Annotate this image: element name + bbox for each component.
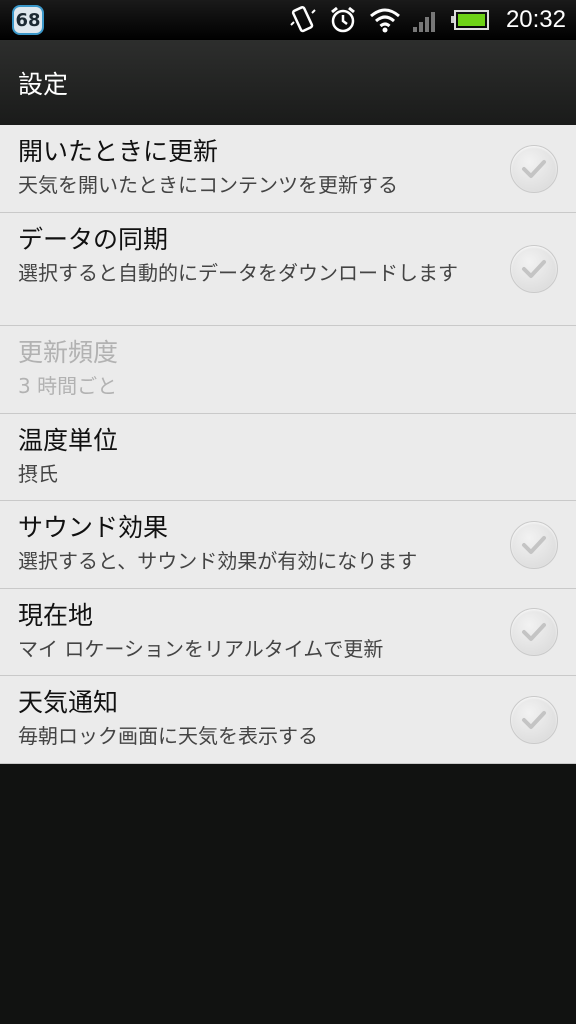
checkbox[interactable]: [510, 245, 558, 293]
setting-title: サウンド効果: [18, 513, 169, 542]
setting-title: 天気通知: [18, 688, 119, 717]
setting-title: 温度単位: [18, 426, 119, 455]
vibrate-icon: [288, 5, 318, 35]
signal-icon: [412, 5, 440, 35]
setting-refresh-on-open[interactable]: 開いたときに更新 天気を開いたときにコンテンツを更新する: [0, 125, 576, 213]
checkmark-icon: [522, 159, 546, 178]
setting-summary: 選択すると、サウンド効果が有効になります: [18, 549, 418, 573]
setting-summary: 3 時間ごと: [18, 374, 118, 398]
setting-title: 開いたときに更新: [18, 137, 219, 166]
notification-count-badge[interactable]: 68: [12, 5, 44, 35]
setting-summary: 天気を開いたときにコンテンツを更新する: [18, 173, 398, 197]
checkmark-icon: [522, 535, 546, 554]
checkmark-icon: [522, 623, 546, 641]
page-title: 設定: [18, 69, 69, 99]
setting-title: 現在地: [18, 601, 94, 630]
clock: 20:32: [505, 6, 566, 33]
settings-list: 開いたときに更新 天気を開いたときにコンテンツを更新する データの同期 選択する…: [0, 125, 576, 764]
setting-current-location[interactable]: 現在地 マイ ロケーションをリアルタイムで更新: [0, 589, 576, 676]
checkbox[interactable]: [510, 695, 558, 744]
status-icons: 20:32: [288, 0, 566, 40]
alarm-icon: [328, 5, 358, 35]
setting-summary: 毎朝ロック画面に天気を表示する: [18, 724, 318, 748]
checkbox[interactable]: [510, 608, 558, 656]
checkbox[interactable]: [510, 520, 558, 569]
battery-icon: [450, 5, 490, 35]
title-bar: 設定: [0, 40, 576, 125]
checkmark-icon: [522, 260, 546, 278]
setting-update-frequency: 更新頻度 3 時間ごと: [0, 326, 576, 414]
setting-title: 更新頻度: [18, 338, 119, 367]
setting-temperature-unit[interactable]: 温度単位 摂氏: [0, 414, 576, 501]
checkmark-icon: [522, 710, 546, 729]
setting-summary: マイ ロケーションをリアルタイムで更新: [18, 637, 384, 661]
wifi-icon: [368, 5, 402, 35]
setting-data-sync[interactable]: データの同期 選択すると自動的にデータをダウンロードします: [0, 213, 576, 326]
setting-title: データの同期: [18, 225, 169, 254]
checkbox[interactable]: [510, 144, 558, 193]
setting-summary: 摂氏: [18, 462, 58, 486]
setting-summary: 選択すると自動的にデータをダウンロードします: [18, 261, 458, 285]
setting-weather-notification[interactable]: 天気通知 毎朝ロック画面に天気を表示する: [0, 676, 576, 764]
setting-sound-effects[interactable]: サウンド効果 選択すると、サウンド効果が有効になります: [0, 501, 576, 589]
status-bar: 68 20:32: [0, 0, 576, 40]
